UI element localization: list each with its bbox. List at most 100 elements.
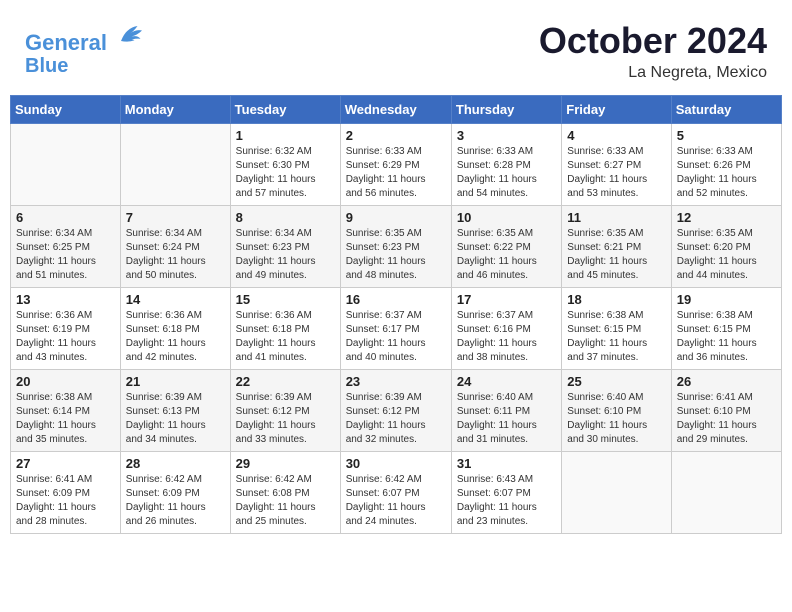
calendar-cell: 21Sunrise: 6:39 AM Sunset: 6:13 PM Dayli… xyxy=(120,370,230,452)
day-number: 31 xyxy=(457,456,556,471)
day-info: Sunrise: 6:38 AM Sunset: 6:15 PM Dayligh… xyxy=(567,309,665,365)
day-info: Sunrise: 6:38 AM Sunset: 6:14 PM Dayligh… xyxy=(16,391,115,447)
day-number: 3 xyxy=(457,128,556,143)
calendar-cell: 7 Sunrise: 6:34 AM Sunset: 6:24 PM Daylig… xyxy=(120,206,230,288)
calendar-cell xyxy=(562,452,671,534)
day-info: Sunrise: 6:34 AM Sunset: 6:25 PM Dayligh… xyxy=(16,227,115,283)
day-number: 22 xyxy=(236,374,335,389)
calendar-table: SundayMondayTuesdayWednesdayThursdayFrid… xyxy=(10,95,782,534)
day-info: Sunrise: 6:37 AM Sunset: 6:16 PM Dayligh… xyxy=(457,309,556,365)
calendar-cell: 6Sunrise: 6:34 AM Sunset: 6:25 PM Daylig… xyxy=(11,206,121,288)
calendar-cell: 23Sunrise: 6:39 AM Sunset: 6:12 PM Dayli… xyxy=(340,370,451,452)
calendar-cell: 13 Sunrise: 6:36 AM Sunset: 6:19 PM Dayli… xyxy=(11,288,121,370)
day-info: Sunrise: 6:36 AM Sunset: 6:18 PM Dayligh… xyxy=(236,309,335,365)
day-info: Sunrise: 6:35 AM Sunset: 6:21 PM Dayligh… xyxy=(567,227,665,283)
month-title: October 2024 xyxy=(539,20,767,62)
calendar-cell: 10Sunrise: 6:35 AM Sunset: 6:22 PM Dayli… xyxy=(451,206,561,288)
weekday-header-saturday: Saturday xyxy=(671,96,781,124)
day-number: 2 xyxy=(346,128,446,143)
day-info: Sunrise: 6:42 AM Sunset: 6:07 PM Dayligh… xyxy=(346,473,446,529)
title-block: October 2024 La Negreta, Mexico xyxy=(539,20,767,82)
day-number: 15 xyxy=(236,292,335,307)
day-number: 13 xyxy=(16,292,115,307)
day-number: 24 xyxy=(457,374,556,389)
day-info: Sunrise: 6:40 AM Sunset: 6:11 PM Dayligh… xyxy=(457,391,556,447)
day-info: Sunrise: 6:43 AM Sunset: 6:07 PM Dayligh… xyxy=(457,473,556,529)
logo-blue-text: Blue xyxy=(25,55,145,77)
calendar-cell: 16 Sunrise: 6:37 AM Sunset: 6:17 PM Dayli… xyxy=(340,288,451,370)
day-info: Sunrise: 6:32 AM Sunset: 6:30 PM Dayligh… xyxy=(236,145,335,201)
calendar-cell: 20 Sunrise: 6:38 AM Sunset: 6:14 PM Dayli… xyxy=(11,370,121,452)
day-number: 28 xyxy=(126,456,225,471)
day-number: 7 xyxy=(126,210,225,225)
day-number: 20 xyxy=(16,374,115,389)
day-info: Sunrise: 6:35 AM Sunset: 6:23 PM Dayligh… xyxy=(346,227,446,283)
day-info: Sunrise: 6:33 AM Sunset: 6:26 PM Dayligh… xyxy=(677,145,776,201)
calendar-cell xyxy=(11,124,121,206)
calendar-cell: 17 Sunrise: 6:37 AM Sunset: 6:16 PM Dayli… xyxy=(451,288,561,370)
calendar-cell: 9 Sunrise: 6:35 AM Sunset: 6:23 PM Daylig… xyxy=(340,206,451,288)
day-info: Sunrise: 6:36 AM Sunset: 6:18 PM Dayligh… xyxy=(126,309,225,365)
calendar-cell: 29 Sunrise: 6:42 AM Sunset: 6:08 PM Dayli… xyxy=(230,452,340,534)
day-info: Sunrise: 6:39 AM Sunset: 6:12 PM Dayligh… xyxy=(346,391,446,447)
day-number: 5 xyxy=(677,128,776,143)
day-number: 18 xyxy=(567,292,665,307)
day-number: 17 xyxy=(457,292,556,307)
calendar-cell: 8 Sunrise: 6:34 AM Sunset: 6:23 PM Daylig… xyxy=(230,206,340,288)
logo-bird-icon xyxy=(115,20,145,50)
day-number: 21 xyxy=(126,374,225,389)
day-number: 25 xyxy=(567,374,665,389)
day-info: Sunrise: 6:33 AM Sunset: 6:29 PM Dayligh… xyxy=(346,145,446,201)
calendar-cell: 25 Sunrise: 6:40 AM Sunset: 6:10 PM Dayli… xyxy=(562,370,671,452)
day-number: 8 xyxy=(236,210,335,225)
calendar-cell: 30 Sunrise: 6:42 AM Sunset: 6:07 PM Dayli… xyxy=(340,452,451,534)
calendar-cell: 5 Sunrise: 6:33 AM Sunset: 6:26 PM Daylig… xyxy=(671,124,781,206)
weekday-header-row: SundayMondayTuesdayWednesdayThursdayFrid… xyxy=(11,96,782,124)
location: La Negreta, Mexico xyxy=(539,64,767,82)
calendar-cell: 18 Sunrise: 6:38 AM Sunset: 6:15 PM Dayli… xyxy=(562,288,671,370)
day-info: Sunrise: 6:40 AM Sunset: 6:10 PM Dayligh… xyxy=(567,391,665,447)
day-info: Sunrise: 6:34 AM Sunset: 6:23 PM Dayligh… xyxy=(236,227,335,283)
week-row-3: 13 Sunrise: 6:36 AM Sunset: 6:19 PM Dayli… xyxy=(11,288,782,370)
day-number: 1 xyxy=(236,128,335,143)
weekday-header-friday: Friday xyxy=(562,96,671,124)
page-header: General Blue October 2024 La Negreta, Me… xyxy=(10,10,782,87)
day-number: 16 xyxy=(346,292,446,307)
day-number: 14 xyxy=(126,292,225,307)
calendar-cell: 15 Sunrise: 6:36 AM Sunset: 6:18 PM Dayli… xyxy=(230,288,340,370)
calendar-cell xyxy=(120,124,230,206)
day-number: 30 xyxy=(346,456,446,471)
day-number: 29 xyxy=(236,456,335,471)
day-info: Sunrise: 6:33 AM Sunset: 6:27 PM Dayligh… xyxy=(567,145,665,201)
week-row-2: 6Sunrise: 6:34 AM Sunset: 6:25 PM Daylig… xyxy=(11,206,782,288)
day-info: Sunrise: 6:35 AM Sunset: 6:22 PM Dayligh… xyxy=(457,227,556,283)
logo: General Blue xyxy=(25,20,145,77)
day-info: Sunrise: 6:34 AM Sunset: 6:24 PM Dayligh… xyxy=(126,227,225,283)
calendar-cell: 27 Sunrise: 6:41 AM Sunset: 6:09 PM Dayli… xyxy=(11,452,121,534)
calendar-cell: 12Sunrise: 6:35 AM Sunset: 6:20 PM Dayli… xyxy=(671,206,781,288)
day-number: 4 xyxy=(567,128,665,143)
calendar-cell: 24 Sunrise: 6:40 AM Sunset: 6:11 PM Dayli… xyxy=(451,370,561,452)
day-info: Sunrise: 6:36 AM Sunset: 6:19 PM Dayligh… xyxy=(16,309,115,365)
calendar-cell: 31 Sunrise: 6:43 AM Sunset: 6:07 PM Dayli… xyxy=(451,452,561,534)
day-info: Sunrise: 6:42 AM Sunset: 6:08 PM Dayligh… xyxy=(236,473,335,529)
calendar-cell: 1 Sunrise: 6:32 AM Sunset: 6:30 PM Daylig… xyxy=(230,124,340,206)
day-number: 9 xyxy=(346,210,446,225)
calendar-cell: 4 Sunrise: 6:33 AM Sunset: 6:27 PM Daylig… xyxy=(562,124,671,206)
week-row-5: 27 Sunrise: 6:41 AM Sunset: 6:09 PM Dayli… xyxy=(11,452,782,534)
week-row-1: 1 Sunrise: 6:32 AM Sunset: 6:30 PM Daylig… xyxy=(11,124,782,206)
day-info: Sunrise: 6:41 AM Sunset: 6:09 PM Dayligh… xyxy=(16,473,115,529)
day-info: Sunrise: 6:37 AM Sunset: 6:17 PM Dayligh… xyxy=(346,309,446,365)
day-number: 26 xyxy=(677,374,776,389)
calendar-cell: 14 Sunrise: 6:36 AM Sunset: 6:18 PM Dayli… xyxy=(120,288,230,370)
calendar-cell: 26Sunrise: 6:41 AM Sunset: 6:10 PM Dayli… xyxy=(671,370,781,452)
logo-text: General xyxy=(25,20,145,55)
day-number: 19 xyxy=(677,292,776,307)
weekday-header-sunday: Sunday xyxy=(11,96,121,124)
calendar-cell: 19Sunrise: 6:38 AM Sunset: 6:15 PM Dayli… xyxy=(671,288,781,370)
day-number: 27 xyxy=(16,456,115,471)
day-info: Sunrise: 6:42 AM Sunset: 6:09 PM Dayligh… xyxy=(126,473,225,529)
weekday-header-wednesday: Wednesday xyxy=(340,96,451,124)
day-info: Sunrise: 6:35 AM Sunset: 6:20 PM Dayligh… xyxy=(677,227,776,283)
weekday-header-thursday: Thursday xyxy=(451,96,561,124)
